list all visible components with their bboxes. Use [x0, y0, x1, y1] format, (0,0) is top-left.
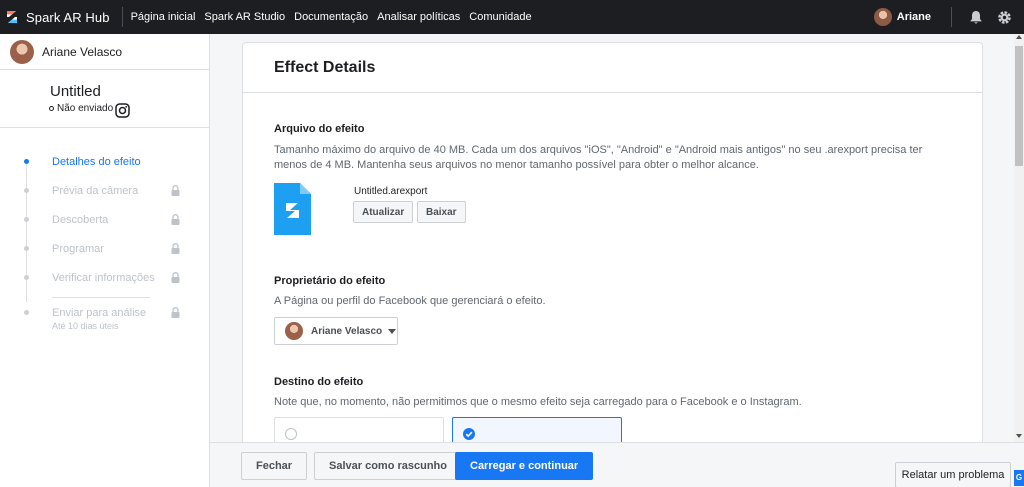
file-name: Untitled.arexport — [354, 186, 428, 197]
top-right-controls: Ariane — [873, 0, 1024, 34]
close-button[interactable]: Fechar — [241, 452, 308, 480]
scrollbar-thumb[interactable] — [1015, 46, 1023, 166]
step-label: Prévia da câmera — [52, 185, 139, 197]
topbar-divider-right — [951, 7, 952, 27]
step-submit-for-review: Enviar para análise Até 10 dias úteis — [0, 305, 210, 335]
gear-icon[interactable] — [996, 9, 1012, 25]
arexport-file-icon — [274, 183, 311, 235]
upload-continue-button[interactable]: Carregar e continuar — [455, 452, 594, 480]
destination-option-1[interactable] — [274, 417, 444, 442]
save-draft-button[interactable]: Salvar como rascunho — [314, 452, 462, 480]
sidebar-account[interactable]: Ariane Velasco — [0, 34, 209, 70]
effect-status: Não enviado — [49, 103, 113, 114]
brand[interactable]: Spark AR Hub — [0, 0, 110, 34]
main-content: Effect Details Arquivo do efeito Tamanho… — [210, 34, 1014, 442]
top-navigation-bar: Spark AR Hub Página inicial Spark AR Stu… — [0, 0, 1024, 34]
update-file-button[interactable]: Atualizar — [353, 201, 414, 223]
radio-checked-icon[interactable] — [463, 428, 475, 440]
owner-section-description: A Página ou perfil do Facebook que geren… — [274, 295, 546, 307]
lock-icon — [171, 214, 180, 225]
account-name: Ariane Velasco — [42, 44, 123, 59]
sidebar: Ariane Velasco Untitled Não enviado Deta… — [0, 34, 210, 487]
card-header: Effect Details — [243, 43, 982, 93]
lock-icon — [171, 307, 180, 318]
step-dot-icon — [24, 275, 29, 280]
step-camera-preview: Prévia da câmera — [0, 183, 210, 201]
destination-section-description: Note que, no momento, não permitimos que… — [274, 396, 802, 408]
nav-documentation[interactable]: Documentação — [294, 11, 368, 23]
effect-summary: Untitled Não enviado — [0, 70, 209, 128]
caret-down-icon — [388, 328, 397, 334]
bell-icon[interactable] — [968, 9, 984, 25]
top-nav-links: Página inicial Spark AR Studio Documenta… — [131, 11, 541, 23]
owner-dropdown[interactable]: Ariane Velasco — [274, 317, 398, 345]
step-dot-icon — [24, 310, 29, 315]
step-label: Enviar para análise — [52, 307, 147, 319]
report-problem-button[interactable]: Relatar um problema — [895, 462, 1011, 487]
step-schedule: Programar — [0, 241, 210, 259]
step-label: Descoberta — [52, 214, 109, 226]
extension-badge[interactable]: G — [1014, 470, 1024, 486]
nav-review-policies[interactable]: Analisar políticas — [377, 11, 460, 23]
file-section-description: Tamanho máximo do arquivo de 40 MB. Cada… — [274, 144, 923, 171]
brand-name: Spark AR Hub — [26, 9, 110, 25]
scroll-down-arrow-icon[interactable] — [1016, 434, 1022, 438]
status-dot-icon — [49, 106, 54, 111]
step-discovery: Descoberta — [0, 212, 210, 230]
nav-community[interactable]: Comunidade — [469, 11, 531, 23]
lock-icon — [171, 185, 180, 196]
step-label: Detalhes do efeito — [52, 156, 141, 168]
step-dot-icon — [24, 246, 29, 251]
checkmark-icon — [465, 431, 473, 438]
step-sublabel: Até 10 dias úteis — [52, 321, 119, 331]
effect-title: Untitled — [50, 83, 101, 100]
nav-home[interactable]: Página inicial — [131, 11, 196, 23]
effect-details-card: Effect Details Arquivo do efeito Tamanho… — [242, 42, 983, 442]
step-effect-details[interactable]: Detalhes do efeito — [0, 154, 210, 172]
step-label: Verificar informações — [52, 272, 155, 284]
file-section-title: Arquivo do efeito — [274, 123, 365, 135]
nav-spark-ar-studio[interactable]: Spark AR Studio — [204, 11, 285, 23]
page-title: Effect Details — [274, 59, 376, 76]
lock-icon — [171, 243, 180, 254]
action-footer: Fechar Salvar como rascunho Carregar e c… — [210, 442, 1024, 487]
account-avatar — [10, 39, 34, 64]
radio-unchecked-icon[interactable] — [285, 428, 297, 440]
scroll-up-arrow-icon[interactable] — [1016, 35, 1022, 39]
destination-section-title: Destino do efeito — [274, 376, 364, 388]
step-dot-icon — [24, 217, 29, 222]
lock-icon — [171, 272, 180, 283]
user-name[interactable]: Ariane — [897, 11, 931, 23]
step-label: Programar — [52, 243, 104, 255]
step-verify-information: Verificar informações — [0, 270, 210, 288]
owner-avatar — [285, 322, 303, 340]
step-dot-icon — [24, 159, 29, 164]
download-file-button[interactable]: Baixar — [417, 201, 466, 223]
destination-option-2[interactable] — [452, 417, 622, 442]
topbar-divider — [121, 7, 123, 27]
instagram-icon — [115, 103, 130, 118]
owner-name: Ariane Velasco — [311, 325, 383, 337]
steps-divider — [52, 297, 150, 298]
page-scrollbar[interactable] — [1014, 34, 1024, 442]
step-dot-icon — [24, 188, 29, 193]
effect-status-text: Não enviado — [57, 103, 114, 114]
owner-section-title: Proprietário do efeito — [274, 275, 386, 287]
spark-ar-logo-icon — [7, 11, 17, 23]
user-avatar[interactable] — [873, 8, 892, 26]
